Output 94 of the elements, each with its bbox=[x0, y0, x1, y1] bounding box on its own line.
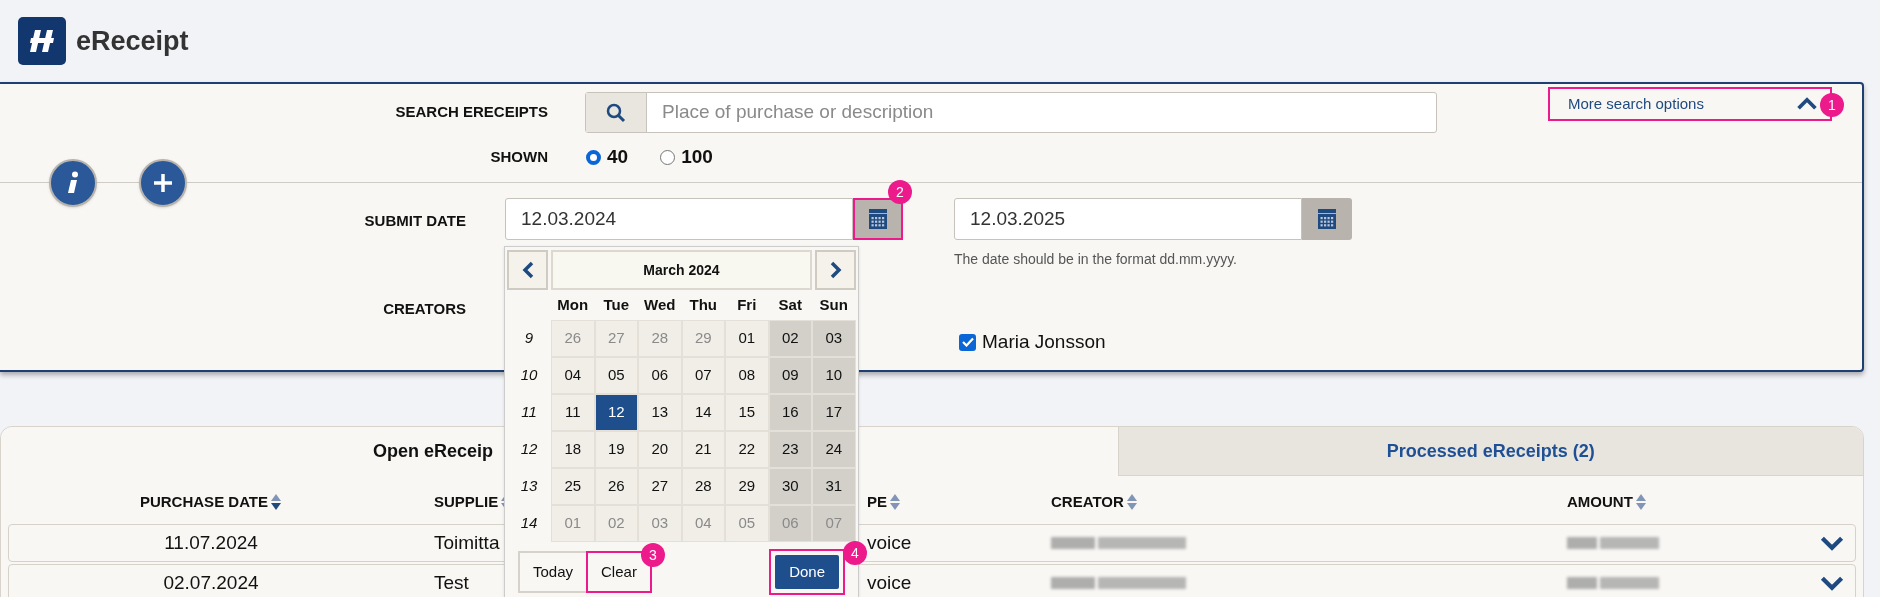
done-button[interactable]: Done bbox=[775, 555, 839, 589]
weekday-header: Sun bbox=[818, 294, 849, 315]
calendar-day[interactable]: 06 bbox=[638, 357, 682, 394]
table-cell-text: 02.07.2024 bbox=[163, 570, 259, 595]
calendar-day[interactable]: 30 bbox=[768, 468, 812, 505]
table-cell: Toimitta bbox=[434, 531, 500, 553]
calendar-day[interactable]: 24 bbox=[812, 431, 856, 468]
radio-button[interactable] bbox=[586, 149, 601, 165]
search-icon bbox=[606, 102, 626, 123]
calendar-day[interactable]: 15 bbox=[725, 394, 769, 431]
calendar-button[interactable] bbox=[1302, 198, 1352, 240]
calendar-day[interactable]: 22 bbox=[725, 431, 769, 468]
column-header[interactable]: SUPPLIE bbox=[434, 490, 499, 514]
sort-icon[interactable] bbox=[270, 493, 283, 511]
weekday-header: Wed bbox=[643, 294, 677, 315]
calendar-day[interactable]: 11 bbox=[551, 394, 595, 431]
creator-option[interactable]: Maria Jonsson bbox=[959, 328, 1106, 357]
chevron-up-icon bbox=[1796, 97, 1818, 111]
info-button[interactable] bbox=[49, 159, 97, 207]
calendar-day[interactable]: 04 bbox=[551, 357, 595, 394]
weekday-header: Mon bbox=[556, 294, 590, 315]
week-number: 12 bbox=[519, 439, 539, 460]
calendar-day[interactable]: 13 bbox=[638, 394, 682, 431]
callout-badge: 2 bbox=[888, 180, 912, 204]
weekday-header: Thu bbox=[688, 294, 718, 315]
calendar-day[interactable]: 27 bbox=[638, 468, 682, 505]
calendar-day[interactable]: 03 bbox=[812, 320, 856, 357]
column-header[interactable]: PURCHASE DATE bbox=[139, 490, 269, 514]
shown-label: SHOWN bbox=[489, 147, 548, 167]
column-header[interactable]: AMOUNT bbox=[1567, 490, 1633, 514]
calendar-day[interactable]: 01 bbox=[725, 320, 769, 357]
calendar-day[interactable]: 10 bbox=[812, 357, 856, 394]
calendar-day[interactable]: 08 bbox=[725, 357, 769, 394]
column-header[interactable]: CREATOR bbox=[1051, 490, 1124, 514]
table-cell: voice bbox=[867, 531, 912, 553]
table-cell: Test bbox=[434, 571, 469, 593]
week-number: 11 bbox=[520, 402, 538, 423]
submit-date-label: SUBMIT DATE bbox=[363, 211, 466, 231]
column-header[interactable]: PE bbox=[867, 490, 887, 514]
chevron-down-icon bbox=[1820, 535, 1844, 551]
app-title: eReceipt bbox=[76, 24, 189, 58]
date-to-field[interactable]: 12.03.2025 bbox=[954, 198, 1302, 240]
calendar-day[interactable]: 17 bbox=[812, 394, 856, 431]
table-cell-text: 11.07.2024 bbox=[164, 530, 258, 555]
calendar-day[interactable]: 29 bbox=[725, 468, 769, 505]
date-format-hint: The date should be in the format dd.mm.yyyy. bbox=[954, 250, 1238, 269]
calendar-day[interactable]: 28 bbox=[681, 468, 725, 505]
calendar-day[interactable]: 21 bbox=[681, 431, 725, 468]
calendar-day[interactable]: 19 bbox=[594, 431, 638, 468]
creators-label: CREATORS bbox=[382, 299, 466, 319]
check-icon bbox=[961, 337, 974, 348]
calendar-day[interactable]: 20 bbox=[638, 431, 682, 468]
logo-icon bbox=[18, 17, 66, 65]
calendar-day[interactable]: 09 bbox=[768, 357, 812, 394]
radio-option[interactable]: 40 bbox=[586, 143, 629, 172]
calendar-icon bbox=[869, 209, 887, 229]
previous-month-button[interactable] bbox=[507, 250, 548, 290]
week-number: 10 bbox=[519, 365, 539, 386]
calendar-day[interactable]: 14 bbox=[681, 394, 725, 431]
calendar-day[interactable]: 23 bbox=[768, 431, 812, 468]
date-from-field[interactable]: 12.03.2024 bbox=[505, 198, 853, 240]
calendar-day[interactable]: 07 bbox=[681, 357, 725, 394]
table-cell: voice bbox=[867, 571, 912, 593]
calendar-day[interactable]: 31 bbox=[812, 468, 856, 505]
plus-icon bbox=[153, 173, 173, 193]
calendar-day[interactable]: 26 bbox=[594, 468, 638, 505]
today-button[interactable]: Today bbox=[518, 551, 587, 593]
weekday-header: Fri bbox=[736, 294, 758, 315]
radio-button[interactable] bbox=[660, 149, 676, 165]
calendar-icon bbox=[1318, 209, 1336, 229]
chevron-down-icon bbox=[1820, 575, 1844, 591]
next-month-button[interactable] bbox=[815, 250, 856, 290]
calendar-day[interactable]: 12 bbox=[594, 394, 638, 431]
month-title: March 2024 bbox=[551, 250, 812, 290]
week-number: 13 bbox=[519, 476, 539, 497]
add-button[interactable] bbox=[139, 159, 187, 207]
search-button[interactable] bbox=[586, 93, 647, 132]
checkbox[interactable] bbox=[959, 333, 976, 351]
tab[interactable]: Processed eReceipts (2) bbox=[1117, 427, 1863, 476]
week-number: 9 bbox=[523, 328, 535, 349]
weekday-header: Tue bbox=[602, 294, 631, 315]
calendar-day[interactable]: 16 bbox=[768, 394, 812, 431]
info-icon bbox=[67, 171, 79, 195]
callout-badge: 1 bbox=[1820, 93, 1844, 117]
calendar-day[interactable]: 02 bbox=[768, 320, 812, 357]
radio-option[interactable]: 100 bbox=[660, 143, 713, 172]
weekday-header: Sat bbox=[777, 294, 803, 315]
calendar-button[interactable] bbox=[853, 198, 903, 240]
chevron-right-icon bbox=[829, 261, 842, 279]
calendar-day[interactable]: 05 bbox=[594, 357, 638, 394]
calendar-day[interactable]: 18 bbox=[551, 431, 595, 468]
search-label: SEARCH ERECEIPTS bbox=[394, 102, 548, 123]
chevron-left-icon bbox=[521, 261, 534, 279]
calendar-day[interactable]: 25 bbox=[551, 468, 595, 505]
